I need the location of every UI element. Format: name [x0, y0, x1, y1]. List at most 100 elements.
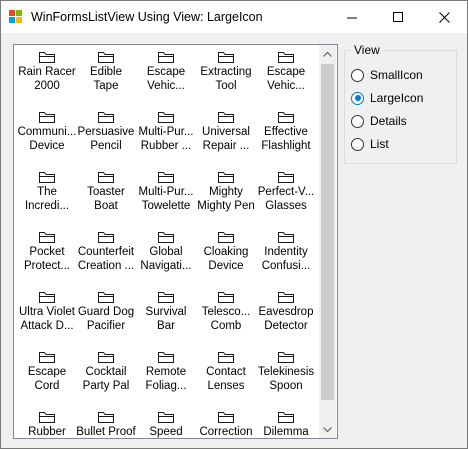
minimize-button[interactable] [329, 1, 375, 33]
folder-icon [97, 350, 115, 364]
close-icon [438, 11, 450, 23]
close-button[interactable] [421, 1, 467, 33]
list-item[interactable]: Telesco... Comb [196, 287, 256, 345]
list-item[interactable]: Effective Flashlight [256, 107, 316, 165]
window-title: WinFormsListView Using View: LargeIcon [31, 10, 263, 24]
list-item[interactable]: Persuasive Pencil [76, 107, 136, 165]
folder-icon [157, 170, 175, 184]
list-item[interactable]: Counterfeit Creation ... [76, 227, 136, 285]
folder-icon [38, 410, 56, 424]
radio-details[interactable]: Details [351, 113, 407, 129]
folder-icon [157, 50, 175, 64]
scrollbar-thumb[interactable] [321, 64, 334, 400]
list-item[interactable]: Dilemma [256, 407, 316, 438]
list-item[interactable]: Communi... Device [17, 107, 77, 165]
radio-label: Details [370, 114, 407, 128]
list-item[interactable]: Escape Vehic... [256, 47, 316, 105]
list-item[interactable]: Pocket Protect... [17, 227, 77, 285]
maximize-button[interactable] [375, 1, 421, 33]
list-item-label: Guard Dog Pacifier [77, 306, 135, 332]
list-item[interactable]: Mighty Mighty Pen [196, 167, 256, 225]
list-item-label: Indentity Confusi... [261, 246, 311, 272]
list-item[interactable]: Survival Bar [136, 287, 196, 345]
folder-icon [157, 350, 175, 364]
folder-icon [97, 290, 115, 304]
list-item-label: Telekinesis Spoon [257, 366, 315, 392]
list-item[interactable]: Escape Vehic... [136, 47, 196, 105]
list-item[interactable]: Telekinesis Spoon [256, 347, 316, 405]
view-groupbox-title: View [351, 42, 383, 58]
list-item-label: Speed [149, 426, 183, 438]
list-item[interactable]: Toaster Boat [76, 167, 136, 225]
list-item-label: Multi-Pur... Rubber ... [138, 126, 194, 152]
radio-button-icon[interactable] [351, 68, 364, 82]
folder-icon [38, 110, 56, 124]
list-item-label: Remote Foliag... [145, 366, 187, 392]
folder-icon [217, 170, 235, 184]
list-item[interactable]: Extracting Tool [196, 47, 256, 105]
folder-icon [217, 290, 235, 304]
radio-label: List [370, 137, 389, 151]
title-bar[interactable]: WinFormsListView Using View: LargeIcon [1, 1, 467, 33]
list-item[interactable]: Speed [136, 407, 196, 438]
list-item[interactable]: Eavesdrop Detector [256, 287, 316, 345]
folder-icon [97, 230, 115, 244]
folder-icon [277, 50, 295, 64]
list-item-label: The Incredi... [24, 186, 70, 212]
radio-button-icon[interactable] [351, 114, 364, 128]
folder-icon [38, 230, 56, 244]
list-view[interactable]: Dilemma Correction Speed Bullet Proof Rubber… [13, 44, 338, 439]
list-item[interactable]: Universal Repair ... [196, 107, 256, 165]
list-item[interactable]: Cocktail Party Pal [76, 347, 136, 405]
list-item-label: Global Navigati... [140, 246, 192, 272]
list-item-label: Bullet Proof [76, 426, 136, 438]
list-item-label: Universal Repair ... [202, 126, 250, 152]
folder-icon [97, 110, 115, 124]
vertical-scrollbar[interactable] [319, 45, 336, 438]
list-item[interactable]: Indentity Confusi... [256, 227, 316, 285]
radio-smallicon[interactable]: SmallIcon [351, 67, 423, 83]
list-item[interactable]: Escape Cord [17, 347, 77, 405]
folder-icon [217, 350, 235, 364]
list-item[interactable]: Rain Racer 2000 [17, 47, 77, 105]
list-item[interactable]: Rubber [17, 407, 77, 438]
list-item-label: Cloaking Device [203, 246, 249, 272]
scroll-up-arrow-icon[interactable] [319, 45, 336, 62]
list-item-label: Persuasive Pencil [77, 126, 135, 152]
list-item[interactable]: Edible Tape [76, 47, 136, 105]
folder-icon [38, 170, 56, 184]
radio-button-icon[interactable] [351, 137, 364, 151]
list-item[interactable]: Remote Foliag... [136, 347, 196, 405]
list-item-label: Toaster Boat [87, 186, 125, 212]
list-item-label: Telesco... Comb [201, 306, 251, 332]
list-item-label: Eavesdrop Detector [258, 306, 314, 332]
list-item[interactable]: Multi-Pur... Towelette [136, 167, 196, 225]
radio-largeicon[interactable]: LargeIcon [351, 90, 423, 106]
list-item-label: Rain Racer 2000 [18, 66, 76, 92]
folder-icon [277, 350, 295, 364]
folder-icon [277, 290, 295, 304]
radio-list[interactable]: List [351, 136, 389, 152]
app-icon [9, 10, 23, 24]
list-item[interactable]: Ultra Violet Attack D... [17, 287, 77, 345]
list-item[interactable]: Bullet Proof [76, 407, 136, 438]
folder-icon [97, 410, 115, 424]
list-item[interactable]: Guard Dog Pacifier [76, 287, 136, 345]
list-item[interactable]: Cloaking Device [196, 227, 256, 285]
list-item[interactable]: The Incredi... [17, 167, 77, 225]
list-item-label: Dilemma [263, 426, 309, 438]
list-item[interactable]: Perfect-V... Glasses [256, 167, 316, 225]
list-item[interactable]: Multi-Pur... Rubber ... [136, 107, 196, 165]
radio-button-checked-icon[interactable] [351, 91, 364, 105]
app-window: WinFormsListView Using View: LargeIcon D… [0, 0, 468, 449]
list-item[interactable]: Contact Lenses [196, 347, 256, 405]
folder-icon [217, 50, 235, 64]
list-item[interactable]: Correction [196, 407, 256, 438]
list-item-label: Pocket Protect... [23, 246, 71, 272]
list-item-label: Escape Vehic... [146, 66, 186, 92]
scroll-down-arrow-icon[interactable] [319, 421, 336, 438]
folder-icon [97, 50, 115, 64]
folder-icon [277, 170, 295, 184]
folder-icon [97, 170, 115, 184]
list-item[interactable]: Global Navigati... [136, 227, 196, 285]
